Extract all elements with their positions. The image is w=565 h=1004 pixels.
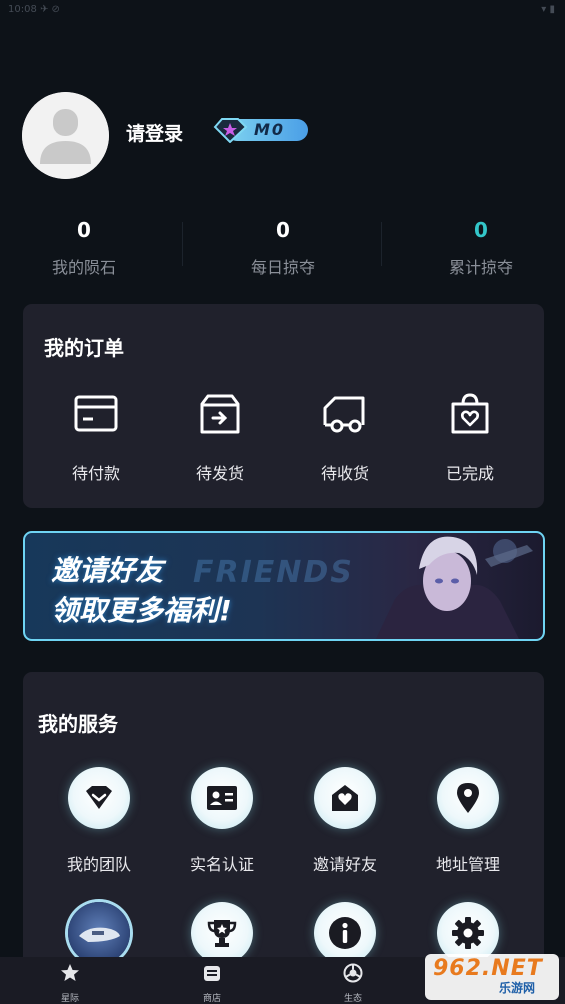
tab-ecology[interactable]: 生态: [323, 963, 383, 1004]
location-pin-icon: [457, 783, 479, 813]
banner-ghost-text: FRIENDS: [193, 555, 354, 590]
box-icon: [200, 394, 240, 434]
service-label: 我的团队: [66, 855, 131, 874]
service-real-name-auth[interactable]: 实名认证: [167, 767, 277, 875]
banner-title: 邀请好友: [51, 554, 164, 587]
settings-gear-icon: [452, 917, 484, 949]
order-label: 待收货: [320, 464, 369, 483]
order-pending-receipt[interactable]: 待收货: [295, 392, 395, 484]
status-right: ▾ ▮: [541, 4, 555, 15]
service-address-management[interactable]: 地址管理: [413, 767, 523, 875]
services-card: 我的服务 我的团队 实名认证 邀请好友 地址管理: [23, 672, 544, 972]
service-icon-circle: [68, 902, 130, 964]
service-icon-circle: [191, 902, 253, 964]
service-label: 邀请好友: [312, 855, 377, 874]
order-label: 待发货: [195, 464, 244, 483]
watermark-logo-text: 962.NET: [433, 956, 543, 981]
invite-heart-icon: [332, 785, 358, 811]
orders-title: 我的订单: [44, 336, 124, 360]
service-my-team[interactable]: 我的团队: [44, 767, 154, 875]
login-link[interactable]: 请登录: [126, 119, 183, 146]
avatar[interactable]: [22, 92, 109, 179]
watermark-site-name: 乐游网: [499, 981, 536, 995]
invite-friends-banner[interactable]: FRIENDS 邀请好友 领取更多福利!: [23, 531, 545, 641]
order-label: 已完成: [445, 464, 494, 483]
store-icon: [204, 966, 220, 981]
spaceship-icon: [79, 927, 120, 942]
services-title: 我的服务: [38, 712, 118, 736]
user-placeholder-icon: [22, 92, 109, 179]
service-invite-friends[interactable]: 邀请好友: [290, 767, 400, 875]
service-icon-circle: [314, 767, 376, 829]
tab-interstellar[interactable]: 星际: [40, 963, 100, 1004]
site-watermark: 962.NET 乐游网: [425, 954, 559, 1000]
stat-daily-plunder[interactable]: 0 每日掠夺: [213, 218, 353, 278]
order-completed[interactable]: 已完成: [420, 392, 520, 484]
ecology-icon: [343, 963, 363, 983]
card-icon: [74, 395, 118, 432]
stat-value: 0: [77, 218, 91, 242]
service-label: 地址管理: [435, 855, 500, 874]
tab-label: 生态: [343, 994, 362, 1004]
stat-label: 我的陨石: [51, 258, 116, 277]
level-badge: M0: [212, 117, 308, 143]
orders-card: 我的订单 待付款 待发货 待收货 已完成: [23, 304, 544, 508]
team-diamond-icon: [86, 786, 112, 809]
trophy-icon: [207, 920, 237, 947]
info-icon: [329, 917, 361, 949]
divider: [182, 222, 183, 266]
status-bar: 10:08 ✈ ⊘ ▾ ▮: [0, 0, 565, 24]
id-card-icon: [207, 786, 237, 810]
stat-value: 0: [276, 218, 290, 242]
level-text: M0: [254, 120, 286, 139]
status-left: 10:08 ✈ ⊘: [8, 4, 60, 15]
stat-label: 每日掠夺: [250, 258, 315, 277]
service-icon-circle: [191, 767, 253, 829]
order-label: 待付款: [71, 464, 120, 483]
divider: [381, 222, 382, 266]
tab-label: 星际: [60, 994, 79, 1004]
banner-character-art: [375, 536, 533, 639]
service-icon-circle: [437, 767, 499, 829]
tab-label: 商店: [202, 994, 221, 1004]
stat-meteorites[interactable]: 0 我的陨石: [14, 218, 154, 278]
service-icon-circle: [68, 767, 130, 829]
order-pending-payment[interactable]: 待付款: [46, 392, 146, 484]
stat-value: 0: [474, 218, 488, 242]
truck-icon: [323, 396, 365, 433]
tab-store[interactable]: 商店: [182, 963, 242, 1004]
diamond-star-icon: [213, 118, 248, 143]
bag-heart-icon: [451, 393, 489, 434]
service-label: 实名认证: [189, 855, 254, 874]
stat-label: 累计掠夺: [448, 258, 513, 277]
star-icon: [61, 964, 79, 981]
stat-total-plunder[interactable]: 0 累计掠夺: [411, 218, 551, 278]
service-icon-circle: [314, 902, 376, 964]
banner-subtitle: 领取更多福利!: [51, 594, 232, 627]
order-pending-shipment[interactable]: 待发货: [170, 392, 270, 484]
